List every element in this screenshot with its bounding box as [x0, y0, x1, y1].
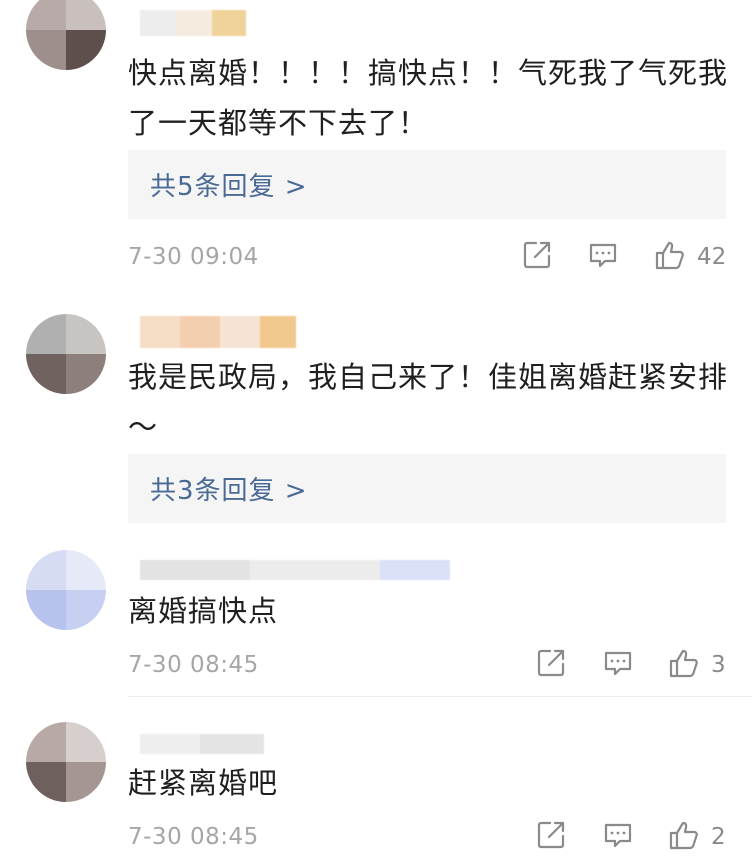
comment-meta: 7-30 08:45 3 [0, 646, 752, 686]
username-blurred[interactable] [140, 560, 450, 580]
thumbs-up-icon[interactable] [667, 646, 701, 680]
timestamp: 7-30 09:04 [128, 244, 259, 270]
comment-text: 快点离婚！！！！搞快点！！气死我了气死我了一天都等不下去了！ [128, 56, 729, 140]
comment-text: 离婚搞快点 [128, 594, 279, 628]
reply-box[interactable]: 共5条回复 > [128, 150, 726, 219]
thumbs-up-icon[interactable] [667, 818, 701, 852]
avatar[interactable] [26, 722, 106, 802]
share-icon[interactable] [534, 818, 568, 852]
comment-text: 我是民政局，我自己来了！佳姐离婚赶紧安排～ [128, 360, 729, 444]
username-blurred[interactable] [140, 316, 296, 348]
comment-icon[interactable] [601, 646, 635, 680]
comment-3: 离婚搞快点 7-30 08:45 3 [0, 550, 752, 700]
comment-4: 赶紧离婚吧 7-30 08:45 2 [0, 722, 752, 861]
username-blurred[interactable] [140, 734, 264, 754]
reply-box[interactable]: 共3条回复 > [128, 454, 726, 523]
username-blurred[interactable] [140, 10, 246, 36]
divider [128, 696, 752, 697]
avatar[interactable] [26, 314, 106, 394]
share-icon[interactable] [520, 238, 554, 272]
thumbs-up-icon[interactable] [653, 238, 687, 272]
view-replies-link[interactable]: 共5条回复 > [150, 166, 308, 203]
comment-2: 我是民政局，我自己来了！佳姐离婚赶紧安排～ 共3条回复 > [0, 310, 752, 540]
avatar[interactable] [26, 0, 106, 70]
like-count: 2 [711, 824, 726, 850]
comment-meta: 7-30 09:04 42 [0, 238, 752, 278]
comment-1: 快点离婚！！！！搞快点！！气死我了气死我了一天都等不下去了！ 共5条回复 > 7… [0, 0, 752, 300]
avatar[interactable] [26, 550, 106, 630]
comment-meta: 7-30 08:45 2 [0, 818, 752, 858]
comment-icon[interactable] [586, 238, 620, 272]
like-count: 3 [711, 652, 726, 678]
comment-icon[interactable] [601, 818, 635, 852]
share-icon[interactable] [534, 646, 568, 680]
like-count: 42 [697, 244, 727, 270]
timestamp: 7-30 08:45 [128, 652, 259, 678]
view-replies-link[interactable]: 共3条回复 > [150, 470, 308, 507]
comment-text: 赶紧离婚吧 [128, 766, 279, 800]
timestamp: 7-30 08:45 [128, 824, 259, 850]
